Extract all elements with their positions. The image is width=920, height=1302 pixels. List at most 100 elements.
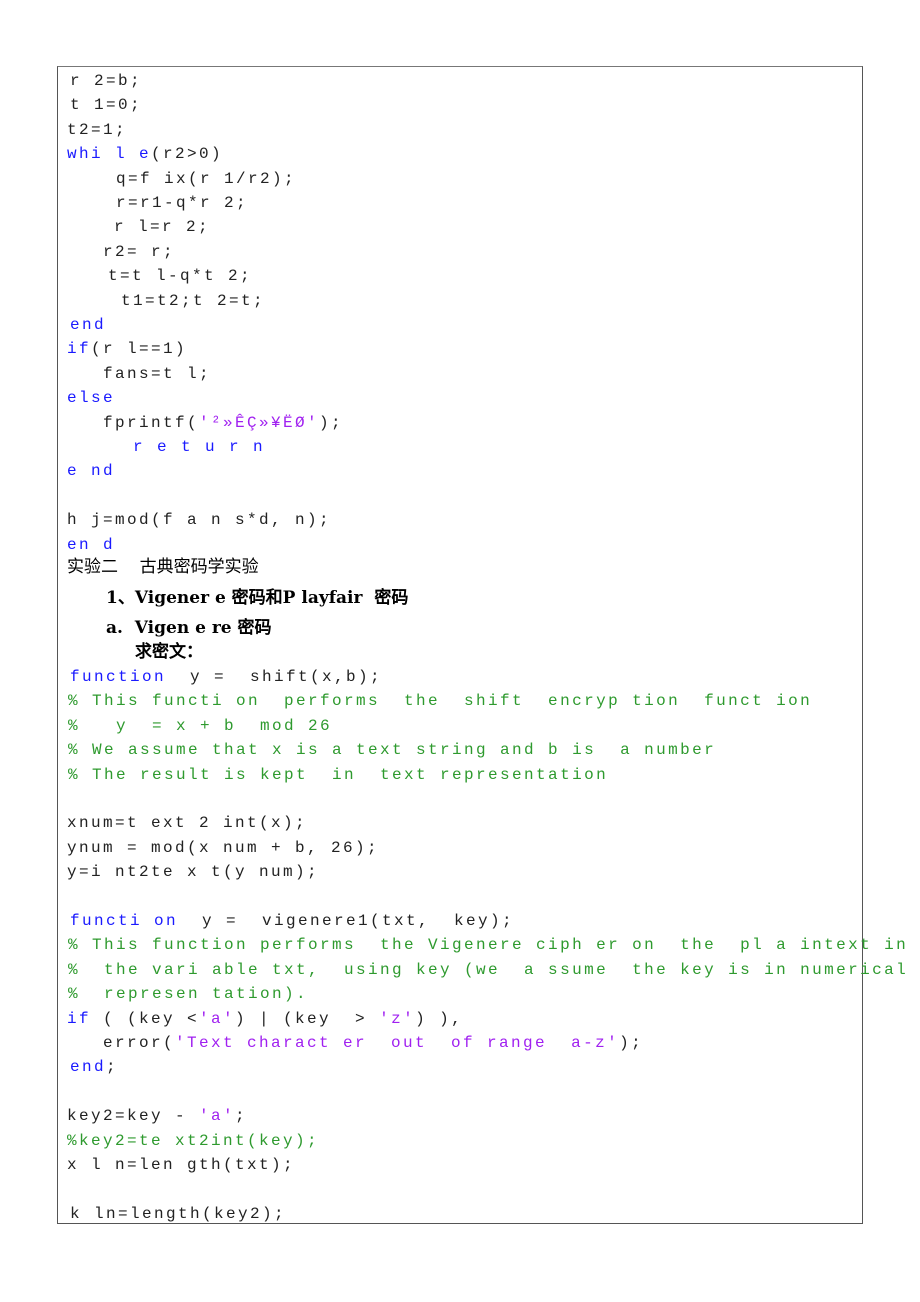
code-line: end — [70, 315, 106, 335]
keyword: if — [67, 1009, 92, 1028]
code-line: fprintf('²»ÊÇ»¥ËØ'); — [103, 413, 343, 433]
code-table-cell: r 2=b; t 1=0; t2=1; whi l e(r2>0) q=f ix(r 1… — [57, 66, 906, 1224]
comment: % y = x + b mod 26 — [68, 716, 333, 735]
code-line: end; — [70, 1057, 118, 1077]
code-line: fans=t l; — [103, 364, 211, 384]
code-text: k ln=length(key2); — [70, 1204, 287, 1223]
string-literal: 'a' — [199, 1009, 236, 1028]
code-line: q=f ix(r 1/r2); — [116, 169, 296, 189]
code-line: key2=key - 'a'; — [67, 1106, 247, 1126]
subheading-1: 1、Vigener e 密码和P layfair 密码 — [106, 587, 408, 609]
code-line: t=t l-q*t 2; — [108, 266, 252, 286]
code-line: t 1=0; — [70, 95, 142, 115]
code-text: t2=1; — [67, 120, 128, 139]
code-line: h j=mod(f a n s*d, n); — [67, 510, 331, 530]
code-text: h j=mod(f a n s*d, n); — [67, 511, 332, 530]
code-line: x l n=len gth(txt); — [67, 1155, 295, 1175]
code-text: (r l==1) — [91, 340, 188, 359]
keyword: end — [70, 1058, 107, 1077]
keyword: r e t u r n — [133, 438, 266, 456]
keyword: whi l e — [67, 145, 152, 164]
section-heading: 实验二 古典密码学实验 — [67, 557, 259, 577]
comment: %key2=te xt2int(key); — [67, 1131, 320, 1150]
keyword: functi on — [70, 912, 179, 930]
comment: % We assume that x is a text string and … — [68, 741, 717, 760]
comment: % represen tation). — [68, 985, 309, 1004]
code-text: t=t l-q*t 2; — [108, 267, 253, 286]
code-line: r=r1-q*r 2; — [116, 193, 248, 213]
code-line: % y = x + b mod 26 — [68, 716, 332, 736]
code-text: ynum = mod(x num + b, 26); — [67, 838, 380, 857]
code-text: (r2>0) — [151, 145, 224, 164]
comment: % the vari able txt, using key (we a ssu… — [68, 960, 909, 979]
keyword: if — [67, 340, 92, 359]
code-line: ynum = mod(x num + b, 26); — [67, 838, 379, 858]
code-line: r e t u r n — [133, 437, 265, 457]
code-line: t2=1; — [67, 120, 127, 140]
code-text: y=i nt2te x t(y num); — [67, 863, 320, 882]
code-text: fans=t l; — [103, 364, 212, 383]
code-text: ; — [106, 1058, 119, 1077]
code-line: % The result is kept in text representat… — [68, 765, 608, 785]
code-line: whi l e(r2>0) — [67, 144, 223, 164]
keyword: end — [70, 316, 107, 334]
keyword: en d — [67, 535, 116, 554]
ciphertext-label: 求密文： — [135, 642, 203, 662]
code-line: functi on y = vigenere1(txt, key); — [70, 911, 514, 931]
subheading-num: 1、 — [106, 588, 135, 608]
code-line: % This function performs the Vigenere ci… — [68, 935, 908, 955]
code-text: ); — [319, 413, 344, 432]
code-line: if ( (key <'a') | (key > 'z') ), — [67, 1009, 463, 1029]
code-text: key2=key - — [67, 1107, 200, 1126]
code-text: t1=t2;t 2=t; — [121, 291, 266, 310]
keyword: function — [70, 668, 167, 686]
code-text: y = vigenere1(txt, key); — [178, 912, 515, 930]
code-line: function y = shift(x,b); — [70, 667, 382, 687]
comment: % This function performs the Vigenere ci… — [68, 936, 909, 955]
code-text: t 1=0; — [70, 96, 143, 115]
subheading-a: a. Vigen e re 密码 — [106, 617, 272, 639]
keyword: else — [67, 389, 116, 408]
code-line: xnum=t ext 2 int(x); — [67, 813, 307, 833]
code-text: q=f ix(r 1/r2); — [116, 169, 297, 188]
subheading-text: Vigener e 密码和P layfair 密码 — [134, 588, 409, 608]
string-literal: 'z' — [379, 1009, 416, 1028]
code-line: % This functi on performs the shift encr… — [68, 691, 812, 711]
code-text: y = shift(x,b); — [166, 668, 383, 686]
code-text: ) ), — [415, 1009, 464, 1028]
code-text: ; — [235, 1107, 248, 1126]
code-line: %key2=te xt2int(key); — [67, 1131, 319, 1151]
code-line: r l=r 2; — [114, 217, 210, 237]
code-line: en d — [67, 535, 115, 555]
code-line: r2= r; — [103, 242, 175, 262]
code-line: error('Text charact er out of range a-z'… — [103, 1033, 643, 1053]
code-text: xnum=t ext 2 int(x); — [67, 814, 308, 833]
string-literal: 'a' — [199, 1107, 236, 1126]
code-line: % We assume that x is a text string and … — [68, 740, 716, 760]
code-line: % represen tation). — [68, 984, 308, 1004]
code-text: r 2=b; — [70, 72, 143, 90]
code-text: x l n=len gth(txt); — [67, 1156, 296, 1174]
code-line: else — [67, 388, 115, 408]
string-literal: 'Text charact er out of range a-z' — [175, 1034, 620, 1052]
code-text: r l=r 2; — [114, 218, 211, 237]
comment: % This functi on performs the shift encr… — [68, 692, 813, 711]
code-line: t1=t2;t 2=t; — [121, 291, 265, 311]
code-line: r 2=b; — [70, 71, 142, 91]
code-text: ) | (key > — [235, 1009, 380, 1028]
code-line: k ln=length(key2); — [70, 1204, 286, 1224]
code-text: ); — [619, 1034, 644, 1052]
code-text: r2= r; — [103, 242, 176, 261]
code-text: r=r1-q*r 2; — [116, 194, 249, 212]
code-line: if(r l==1) — [67, 339, 187, 359]
code-text: error( — [103, 1034, 176, 1052]
string-literal: '²»ÊÇ»¥ËØ' — [199, 413, 320, 432]
code-text: fprintf( — [103, 413, 200, 432]
subheading-text: Vigen e re 密码 — [134, 618, 272, 638]
code-text: ( (key < — [91, 1009, 200, 1028]
comment: % The result is kept in text representat… — [68, 765, 609, 784]
code-line: y=i nt2te x t(y num); — [67, 862, 319, 882]
code-line: % the vari able txt, using key (we a ssu… — [68, 960, 908, 980]
subheading-num: a. — [106, 618, 123, 638]
keyword: e nd — [67, 462, 116, 481]
